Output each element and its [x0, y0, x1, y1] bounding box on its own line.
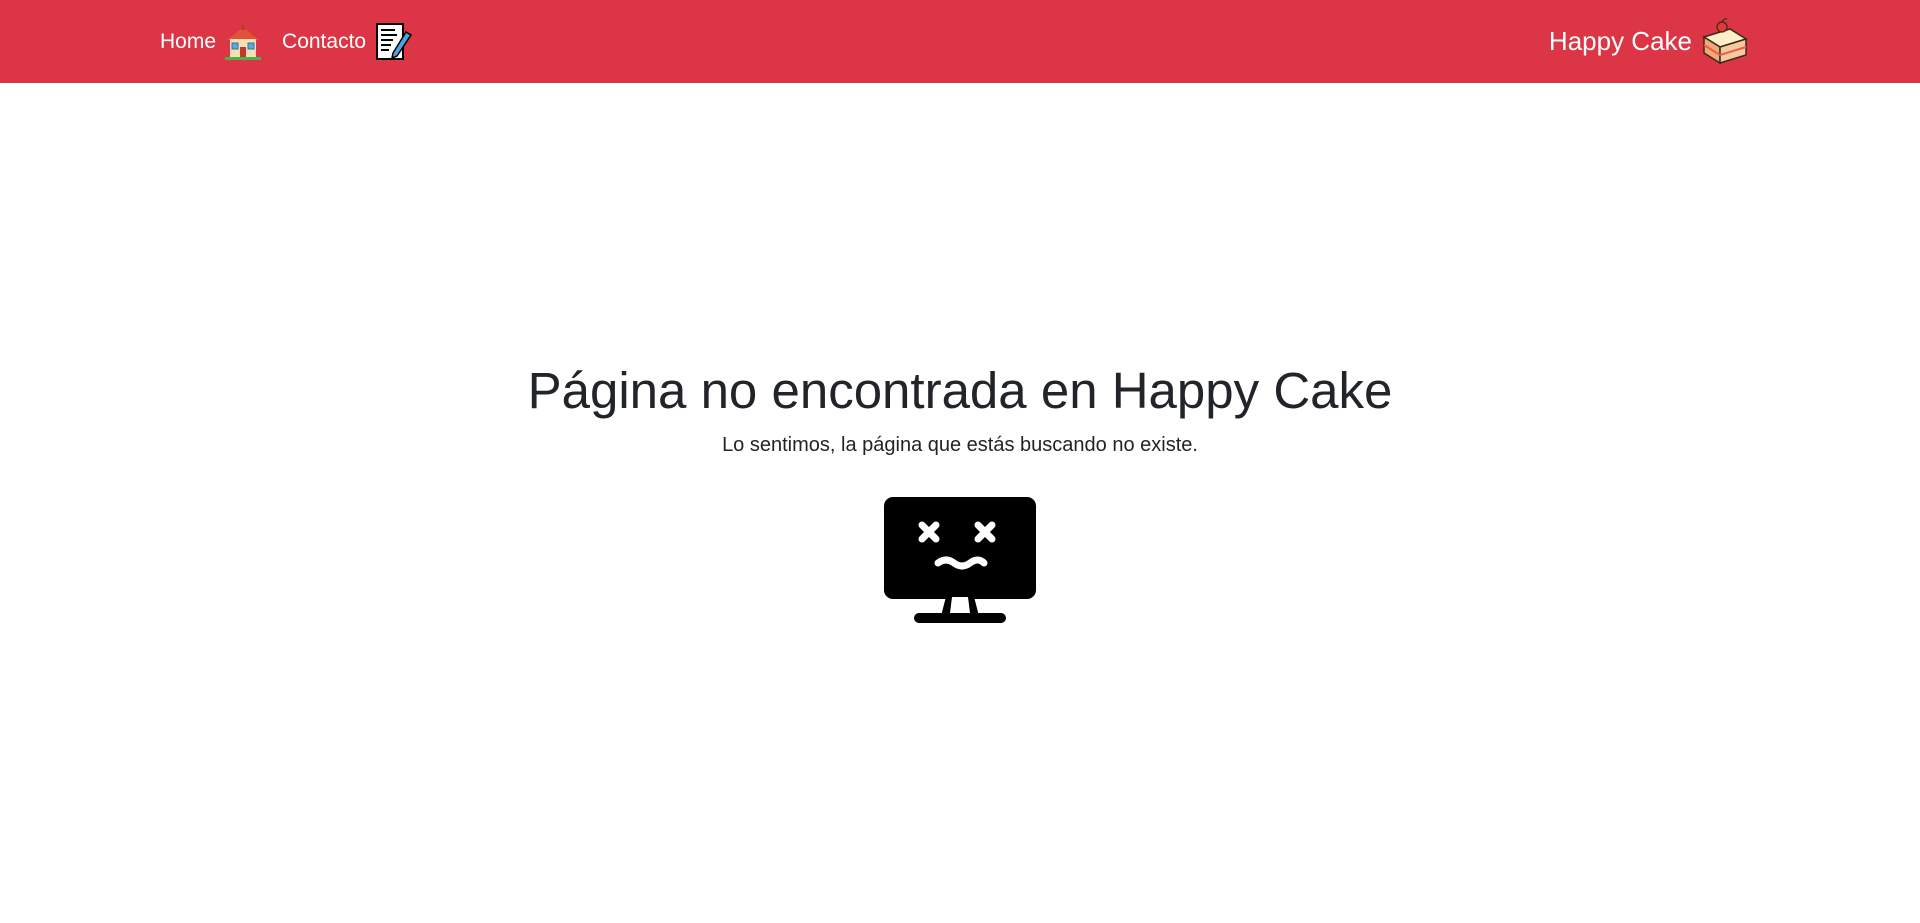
- nav-link-home[interactable]: Home: [160, 22, 263, 62]
- nav-link-contacto-label: Contacto: [282, 29, 367, 53]
- page-subtitle: Lo sentimos, la página que estás buscand…: [722, 434, 1198, 456]
- nav-link-contacto[interactable]: Contacto: [282, 22, 413, 62]
- house-icon: [225, 24, 262, 60]
- broken-monitor-icon: [884, 497, 1036, 623]
- page-title: Página no encontrada en Happy Cake: [527, 362, 1393, 419]
- brand-link[interactable]: Happy Cake: [1549, 0, 1750, 83]
- main-content: Página no encontrada en Happy Cake Lo se…: [0, 83, 1920, 923]
- nav-links: Home Contacto: [160, 0, 432, 83]
- navbar: Home Contacto Happy Cake: [0, 0, 1920, 83]
- nav-link-home-label: Home: [160, 29, 217, 53]
- cake-slice-icon: [1702, 17, 1748, 64]
- brand-label: Happy Cake: [1548, 26, 1692, 56]
- memo-icon: [376, 22, 413, 60]
